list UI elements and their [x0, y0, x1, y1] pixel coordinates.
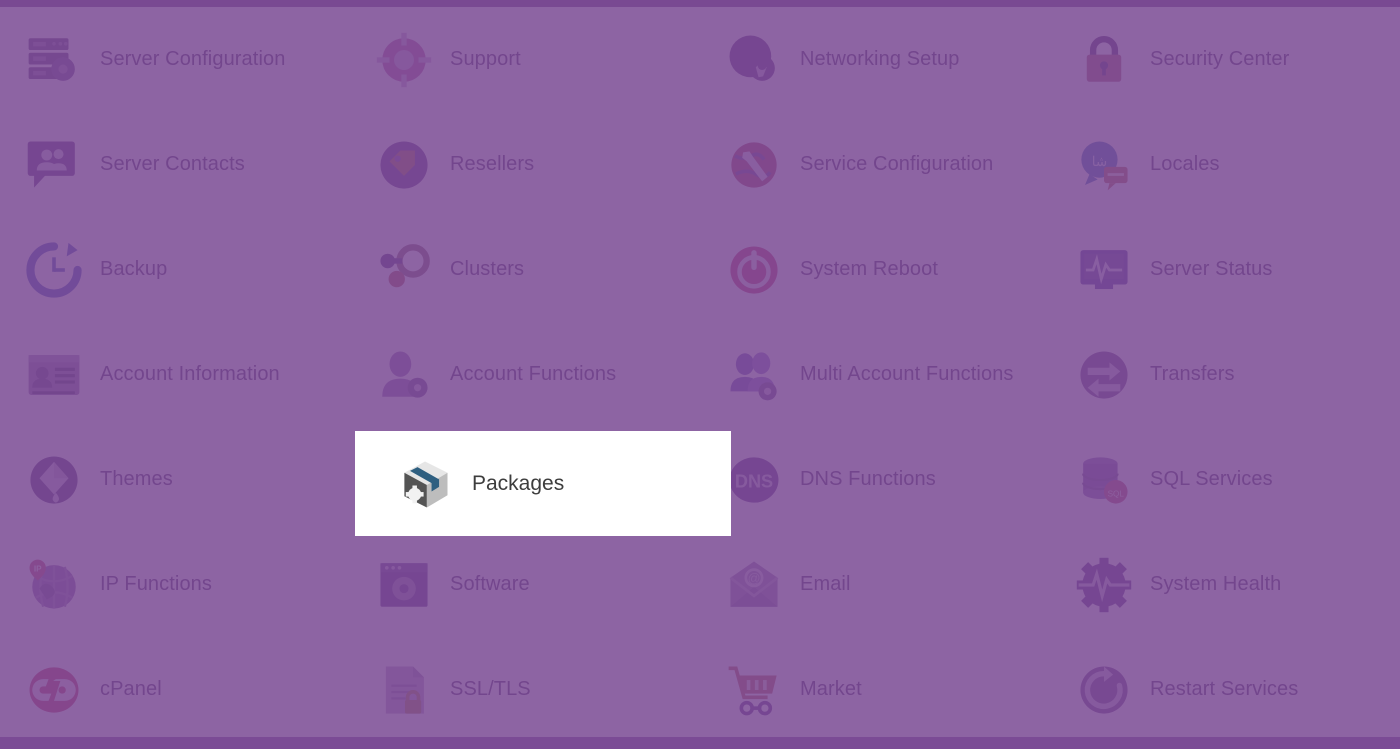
grid-item-support[interactable]: Support — [350, 7, 700, 112]
grid-item-system-health[interactable]: System Health — [1050, 532, 1400, 637]
grid-item-system-reboot[interactable]: System Reboot — [700, 217, 1050, 322]
grid-item-label: Restart Services — [1150, 678, 1299, 700]
grid-item-label: Transfers — [1150, 363, 1235, 385]
power-icon — [725, 241, 783, 299]
grid-item-label: Account Functions — [450, 363, 617, 385]
grid-item-label: Market — [800, 678, 862, 700]
clusters-nodes-icon — [375, 241, 433, 299]
shopping-cart-icon — [725, 661, 783, 719]
grid-item-themes[interactable]: Themes — [0, 427, 350, 532]
top-strip — [0, 0, 1400, 7]
grid-item-label: Server Configuration — [100, 48, 286, 70]
price-tag-icon — [375, 136, 433, 194]
ip-globe-pin-icon: IP — [25, 556, 83, 614]
grid-item-label: Networking Setup — [800, 48, 960, 70]
system-health-gear-pulse-icon — [1075, 556, 1133, 614]
grid-item-security-center[interactable]: Security Center — [1050, 7, 1400, 112]
cpanel-logo-icon — [25, 661, 83, 719]
grid-item-label: System Reboot — [800, 258, 939, 280]
grid-item-label: Security Center — [1150, 48, 1290, 70]
grid-item-label: Resellers — [450, 153, 535, 175]
server-status-monitor-icon — [1075, 241, 1133, 299]
multi-user-gear-icon — [725, 346, 783, 404]
grid-item-label: SSL/TLS — [450, 678, 531, 700]
transfer-arrows-icon — [1075, 346, 1133, 404]
grid-item-label: Server Contacts — [100, 153, 245, 175]
ssl-certificate-lock-icon — [375, 661, 433, 719]
themes-gem-icon — [25, 451, 83, 509]
grid-item-label: SQL Services — [1150, 468, 1273, 490]
locales-speech-bubbles-icon: شا — [1075, 136, 1133, 194]
grid-item-label: Locales — [1150, 153, 1220, 175]
grid-item-backup[interactable]: Backup — [0, 217, 350, 322]
grid-item-label: DNS Functions — [800, 468, 936, 490]
grid-item-clusters[interactable]: Clusters — [350, 217, 700, 322]
svg-text:SQL: SQL — [1108, 489, 1125, 498]
grid-item-ip-functions[interactable]: IP IP Functions — [0, 532, 350, 637]
grid-item-server-contacts[interactable]: Server Contacts — [0, 112, 350, 217]
grid-item-server-configuration[interactable]: Server Configuration — [0, 7, 350, 112]
grid-item-sql-services[interactable]: SQL SQL Services — [1050, 427, 1400, 532]
bottom-strip — [0, 737, 1400, 749]
padlock-icon — [1075, 31, 1133, 89]
svg-text:DNS: DNS — [735, 471, 773, 491]
grid-item-service-configuration[interactable]: Service Configuration — [700, 112, 1050, 217]
backup-clock-icon — [25, 241, 83, 299]
contacts-speech-bubble-icon — [25, 136, 83, 194]
grid-item-server-status[interactable]: Server Status — [1050, 217, 1400, 322]
globe-wrench-icon — [725, 136, 783, 194]
highlighted-item-label: Packages — [472, 471, 565, 495]
package-box-gear-icon — [395, 454, 455, 514]
grid-item-multi-account-functions[interactable]: Multi Account Functions — [700, 322, 1050, 427]
grid-item-resellers[interactable]: Resellers — [350, 112, 700, 217]
grid-item-market[interactable]: Market — [700, 637, 1050, 742]
highlighted-item-packages[interactable]: Packages — [355, 431, 731, 536]
lifebuoy-icon — [375, 31, 433, 89]
feature-icon-grid: Server Configuration Support Networking Se… — [0, 7, 1400, 742]
grid-item-label: Software — [450, 573, 530, 595]
email-envelope-icon: @ — [725, 556, 783, 614]
grid-item-dns-functions[interactable]: DNS DNS Functions — [700, 427, 1050, 532]
grid-item-label: Service Configuration — [800, 153, 994, 175]
grid-item-label: Email — [800, 573, 851, 595]
grid-item-label: Backup — [100, 258, 168, 280]
grid-item-locales[interactable]: شا Locales — [1050, 112, 1400, 217]
network-wrench-icon — [725, 31, 783, 89]
grid-item-label: cPanel — [100, 678, 162, 700]
grid-item-account-information[interactable]: Account Information — [0, 322, 350, 427]
grid-item-label: Clusters — [450, 258, 525, 280]
grid-item-account-functions[interactable]: Account Functions — [350, 322, 700, 427]
account-info-card-icon — [25, 346, 83, 404]
restart-circle-arrow-icon — [1075, 661, 1133, 719]
grid-item-label: Themes — [100, 468, 173, 490]
user-gear-icon — [375, 346, 433, 404]
grid-item-transfers[interactable]: Transfers — [1050, 322, 1400, 427]
grid-item-label: Account Information — [100, 363, 280, 385]
grid-item-ssl-tls[interactable]: SSL/TLS — [350, 637, 700, 742]
grid-item-label: Support — [450, 48, 521, 70]
whm-home-surface: Server Configuration Support Networking Se… — [0, 0, 1400, 749]
database-icon: SQL — [1075, 451, 1133, 509]
software-window-gear-icon — [375, 556, 433, 614]
grid-item-label: Server Status — [1150, 258, 1273, 280]
dns-icon: DNS — [725, 451, 783, 509]
grid-item-label: System Health — [1150, 573, 1282, 595]
grid-item-restart-services[interactable]: Restart Services — [1050, 637, 1400, 742]
grid-item-networking-setup[interactable]: Networking Setup — [700, 7, 1050, 112]
grid-item-email[interactable]: @ Email — [700, 532, 1050, 637]
grid-item-software[interactable]: Software — [350, 532, 700, 637]
grid-item-label: Multi Account Functions — [800, 363, 1014, 385]
svg-text:شا: شا — [1092, 153, 1108, 168]
svg-text:@: @ — [748, 571, 761, 585]
grid-item-cpanel[interactable]: cPanel — [0, 637, 350, 742]
server-config-icon — [25, 31, 83, 89]
grid-item-label: IP Functions — [100, 573, 213, 595]
svg-text:IP: IP — [34, 564, 42, 573]
